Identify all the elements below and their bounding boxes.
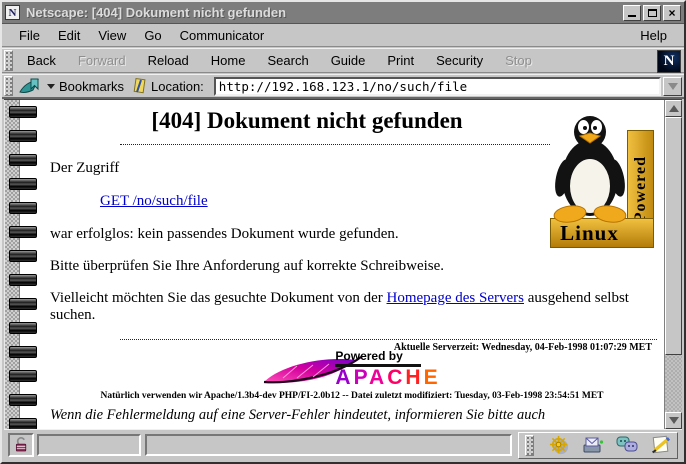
bookmarks-dropdown-icon (47, 84, 55, 89)
binding-ring (9, 226, 37, 238)
page-title: [404] Dokument nicht gefunden (50, 108, 564, 134)
netscape-window: N Netscape: [404] Dokument nicht gefunde… (0, 0, 686, 464)
close-button[interactable]: × (663, 5, 681, 21)
error-page: Powered Linux (38, 100, 662, 429)
homepage-link[interactable]: Homepage des Servers (387, 290, 524, 306)
binding-ring (9, 202, 37, 214)
scroll-up-button[interactable] (665, 100, 682, 117)
binding-ring (9, 346, 37, 358)
linux-powered-badge: Powered Linux (550, 112, 654, 248)
menu-communicator[interactable]: Communicator (171, 25, 274, 46)
chevron-down-icon (668, 83, 678, 90)
location-proxy-button[interactable]: Location: (130, 76, 210, 96)
suggestion-text: Vielleicht möchten Sie das gesuchte Doku… (50, 290, 654, 324)
arrow-up-icon (669, 105, 679, 112)
discussions-icon[interactable] (615, 435, 639, 456)
stop-button: Stop (494, 50, 543, 71)
menu-go[interactable]: Go (135, 25, 170, 46)
badge-powered-label: Powered (632, 156, 650, 222)
home-button[interactable]: Home (200, 50, 257, 71)
binding-ring (9, 394, 37, 406)
maximize-button[interactable] (643, 5, 661, 21)
apache-letter: H (405, 366, 423, 389)
apache-powered-by: Powered by (335, 349, 421, 367)
apache-letter: A (335, 366, 353, 389)
apache-letter: P (354, 366, 369, 389)
binding-ring (9, 106, 37, 118)
binding-ring (9, 370, 37, 382)
print-button[interactable]: Print (376, 50, 425, 71)
component-bar-grip[interactable] (525, 435, 534, 456)
apache-wordmark: Powered by APACHE (335, 349, 440, 388)
locationbar-grip[interactable] (4, 76, 13, 96)
titlebar[interactable]: N Netscape: [404] Dokument nicht gefunde… (2, 2, 684, 24)
tux-penguin-icon (552, 112, 628, 224)
location-icon (132, 77, 147, 95)
search-button[interactable]: Search (256, 50, 319, 71)
composer-icon[interactable] (649, 435, 673, 456)
binding-ring (9, 274, 37, 286)
bookmarks-button[interactable]: Bookmarks (16, 76, 130, 97)
forward-button: Forward (67, 50, 137, 71)
badge-linux-label: Linux (551, 221, 628, 246)
status-message-area (145, 434, 512, 456)
minimize-icon (628, 15, 636, 17)
menu-help[interactable]: Help (631, 25, 676, 46)
binding-ring (9, 178, 37, 190)
window-title: Netscape: [404] Dokument nicht gefunden (26, 5, 621, 20)
window-netscape-icon: N (5, 5, 20, 20)
dotted-divider (120, 144, 550, 145)
back-button[interactable]: Back (16, 50, 67, 71)
apache-logo: Powered by APACHE (50, 354, 654, 388)
close-icon: × (668, 7, 675, 19)
browser-viewport: Powered Linux (4, 99, 682, 429)
open-lock-icon (13, 436, 30, 454)
apache-version-info: Natürlich verwenden wir Apache/1.3b4-dev… (50, 391, 654, 401)
url-dropdown-button[interactable] (663, 77, 682, 96)
scroll-down-button[interactable] (665, 412, 682, 429)
progress-area (37, 434, 141, 456)
request-link[interactable]: GET /no/such/file (100, 193, 208, 209)
location-bar: Bookmarks Location: (2, 74, 684, 99)
menu-file[interactable]: File (10, 25, 49, 46)
bookmarks-label: Bookmarks (59, 79, 124, 94)
advice-text: Bitte überprüfen Sie Ihre Anforderung au… (50, 258, 654, 275)
binding-ring (9, 418, 37, 429)
mailbox-icon[interactable] (581, 435, 605, 456)
navigator-icon[interactable] (547, 435, 571, 456)
status-bar (4, 429, 682, 460)
component-bar (518, 432, 678, 459)
vertical-scrollbar[interactable] (664, 100, 682, 429)
menu-edit[interactable]: Edit (49, 25, 89, 46)
maximize-icon (648, 9, 657, 17)
minimize-button[interactable] (623, 5, 641, 21)
suggestion-pre: Vielleicht möchten Sie das gesuchte Doku… (50, 290, 387, 306)
dotted-divider (120, 339, 657, 340)
location-input[interactable] (214, 77, 661, 96)
guide-button[interactable]: Guide (320, 50, 377, 71)
webmaster-note: Wenn die Fehlermeldung auf eine Server-F… (50, 406, 654, 429)
apache-letter: E (424, 366, 441, 389)
menubar: File Edit View Go Communicator Help (2, 25, 684, 47)
webmaster-note-pre: Wenn die Fehlermeldung auf eine Server-F… (50, 407, 545, 423)
security-indicator-button[interactable] (8, 433, 34, 457)
bookmark-icon (18, 77, 42, 96)
navigation-toolbar: Back Forward Reload Home Search Guide Pr… (2, 48, 684, 73)
security-button[interactable]: Security (425, 50, 494, 71)
binding-ring (9, 298, 37, 310)
binding-ring (9, 250, 37, 262)
menu-view[interactable]: View (89, 25, 135, 46)
arrow-down-icon (669, 417, 679, 424)
binding-ring (9, 154, 37, 166)
location-label: Location: (151, 79, 204, 94)
apache-letter: A (369, 366, 387, 389)
apache-letter: C (387, 366, 405, 389)
scrollbar-thumb[interactable] (665, 117, 682, 355)
apache-name: APACHE (335, 367, 440, 388)
binding-ring (9, 130, 37, 142)
toolbar-grip[interactable] (4, 50, 13, 71)
netscape-logo-icon[interactable]: N (657, 50, 681, 73)
reload-button[interactable]: Reload (137, 50, 200, 71)
binding-ring (9, 322, 37, 334)
